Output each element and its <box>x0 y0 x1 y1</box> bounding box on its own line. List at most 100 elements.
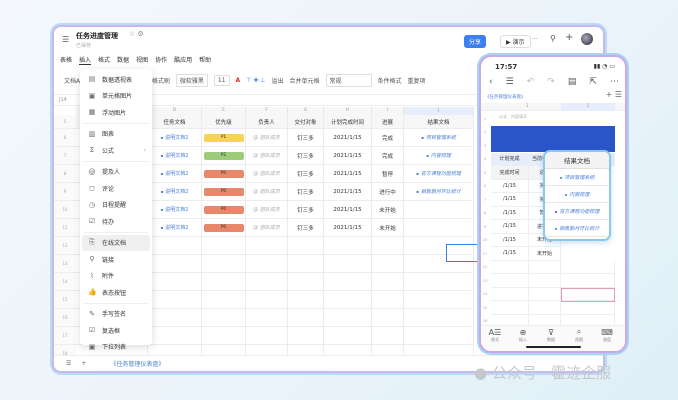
table-cell[interactable]: 2021/1/15 <box>324 129 372 147</box>
table-cell[interactable] <box>202 309 246 327</box>
popup-doc-link[interactable]: ▪ 销售额月环比统计 <box>545 220 609 237</box>
table-cell[interactable]: ▪ 说明文档2 <box>148 183 202 201</box>
menu-data[interactable]: 数据 <box>117 55 129 65</box>
phone-cell[interactable] <box>529 301 561 315</box>
table-cell[interactable]: 2021/1/15 <box>324 165 372 183</box>
table-cell[interactable] <box>372 255 404 273</box>
table-cell[interactable]: P1 <box>202 129 246 147</box>
table-cell[interactable]: ▪ 说明文档2 <box>148 165 202 183</box>
doc-link[interactable]: 内容梳理 <box>431 152 451 159</box>
avatar[interactable] <box>581 33 593 45</box>
menu-item-chart[interactable]: ▥ 图表 <box>82 126 150 143</box>
table-cell[interactable] <box>372 237 404 255</box>
redo-icon[interactable]: ↷ <box>547 77 555 87</box>
phone-tab-0[interactable]: A☰ 格式 <box>485 328 505 343</box>
table-cell[interactable] <box>372 273 404 291</box>
table-cell[interactable]: @ 团队成员 <box>246 201 288 219</box>
menu-item-formula[interactable]: Σ 公式 › <box>82 142 150 159</box>
menu-item-todo[interactable]: ☑ 待办 <box>82 213 150 230</box>
menu-help[interactable]: 帮助 <box>199 55 211 65</box>
phone-cell[interactable] <box>529 287 561 301</box>
more-icon[interactable]: ⋯ <box>610 77 619 87</box>
table-cell[interactable] <box>404 219 474 237</box>
phone-cell[interactable] <box>561 301 615 315</box>
table-cell[interactable] <box>404 273 474 291</box>
phone-tab-3[interactable]: ⌕ 视图 <box>569 327 589 343</box>
font-select[interactable]: 微软雅黑 <box>175 74 208 87</box>
table-cell[interactable] <box>202 237 246 255</box>
table-cell[interactable]: @ 团队成员 <box>246 219 288 237</box>
doc-link[interactable]: 销售额月环比统计 <box>421 188 461 195</box>
selected-cell[interactable] <box>446 244 478 262</box>
phone-cell[interactable] <box>491 274 529 288</box>
table-cell[interactable]: 2021/1/15 <box>324 201 372 219</box>
column-header[interactable]: E <box>202 107 246 115</box>
menu-item-float-image[interactable]: ▦ 浮动图片 <box>82 104 150 121</box>
table-cell[interactable] <box>372 291 404 309</box>
column-header[interactable]: G <box>288 107 324 115</box>
merge-cells-button[interactable]: 合并单元格 <box>290 76 320 85</box>
doc-link[interactable]: 说明文档2 <box>165 170 188 177</box>
sheet-tab[interactable]: 《任务管理仪表盘》 <box>110 359 164 368</box>
doc-link[interactable]: 说明文档2 <box>165 206 188 213</box>
table-cell[interactable]: 2021/1/15 <box>324 147 372 165</box>
doc-link[interactable]: 说明文档2 <box>165 134 188 141</box>
table-cell[interactable] <box>246 309 288 327</box>
phone-tab-2[interactable]: ⊽ 数据 <box>541 328 561 343</box>
menu-apps[interactable]: 酷应用 <box>174 55 192 65</box>
table-cell[interactable]: ▪ 官方课程功能梳理 <box>404 165 474 183</box>
table-cell[interactable]: 未开始 <box>372 201 404 219</box>
menu-item-mention[interactable]: @ 提及人 <box>82 164 150 181</box>
popup-doc-link[interactable]: ▪ 官方课程功能梳理 <box>545 203 609 220</box>
table-cell[interactable] <box>324 273 372 291</box>
table-cell[interactable]: ▪ 销售额月环比统计 <box>404 183 474 201</box>
doc-link[interactable]: 说明文档2 <box>165 224 188 231</box>
menu-insert[interactable]: 插入 <box>79 55 92 65</box>
table-cell[interactable]: ▪ 说明文档2 <box>148 147 202 165</box>
table-cell[interactable] <box>148 327 202 345</box>
table-cell[interactable]: ▪ 内容梳理 <box>404 147 474 165</box>
table-cell[interactable] <box>202 255 246 273</box>
phone-cell[interactable]: /1/15 <box>491 206 529 220</box>
phone-cell[interactable]: /1/15 <box>491 179 529 193</box>
table-cell[interactable] <box>246 291 288 309</box>
phone-cell[interactable] <box>491 301 529 315</box>
popup-doc-link[interactable]: ▪ 内容梳理 <box>545 186 609 203</box>
table-cell[interactable] <box>372 309 404 327</box>
menu-item-reaction[interactable]: 👍 表态按钮 <box>82 284 150 301</box>
menu-icon[interactable]: ☰ <box>62 35 69 44</box>
table-cell[interactable] <box>288 273 324 291</box>
phone-tab-4[interactable]: ⌨ 键盘 <box>597 328 617 343</box>
table-cell[interactable] <box>288 237 324 255</box>
phone-cell[interactable] <box>529 260 561 274</box>
table-cell[interactable] <box>148 273 202 291</box>
table-cell[interactable] <box>246 255 288 273</box>
back-icon[interactable]: ‹ <box>489 77 493 87</box>
doc-link[interactable]: 说明文档2 <box>165 152 188 159</box>
phone-cell[interactable] <box>561 274 615 288</box>
table-cell[interactable] <box>324 309 372 327</box>
present-button[interactable]: ▶ 演示 <box>500 35 531 48</box>
table-cell[interactable]: ▪ 项目管理系统 <box>404 129 474 147</box>
phone-cell[interactable]: /1/15 <box>491 193 529 207</box>
phone-selected-cell[interactable] <box>561 288 615 302</box>
table-cell[interactable] <box>148 255 202 273</box>
menu-format[interactable]: 格式 <box>98 55 110 65</box>
align-icon[interactable]: ⊤ ✚ ⊥ <box>246 77 265 84</box>
menu-item-comment[interactable]: ◻ 评论 <box>82 180 150 197</box>
table-cell[interactable]: 钉三多 <box>288 183 324 201</box>
table-cell[interactable] <box>202 327 246 345</box>
font-color-icon[interactable]: A <box>236 77 241 84</box>
table-cell[interactable]: P0 <box>202 201 246 219</box>
column-header[interactable]: J <box>404 107 474 115</box>
person-mention[interactable]: @ 团队成员 <box>253 206 280 213</box>
table-cell[interactable] <box>372 327 404 345</box>
table-cell[interactable]: P0 <box>202 219 246 237</box>
table-cell[interactable]: 钉三多 <box>288 165 324 183</box>
table-cell[interactable] <box>288 309 324 327</box>
table-cell[interactable] <box>324 291 372 309</box>
column-header[interactable]: I <box>372 107 404 115</box>
cond-format-button[interactable]: 条件格式 <box>378 76 402 85</box>
share-icon[interactable]: ⇱ <box>589 77 597 87</box>
person-mention[interactable]: @ 团队成员 <box>253 152 280 159</box>
